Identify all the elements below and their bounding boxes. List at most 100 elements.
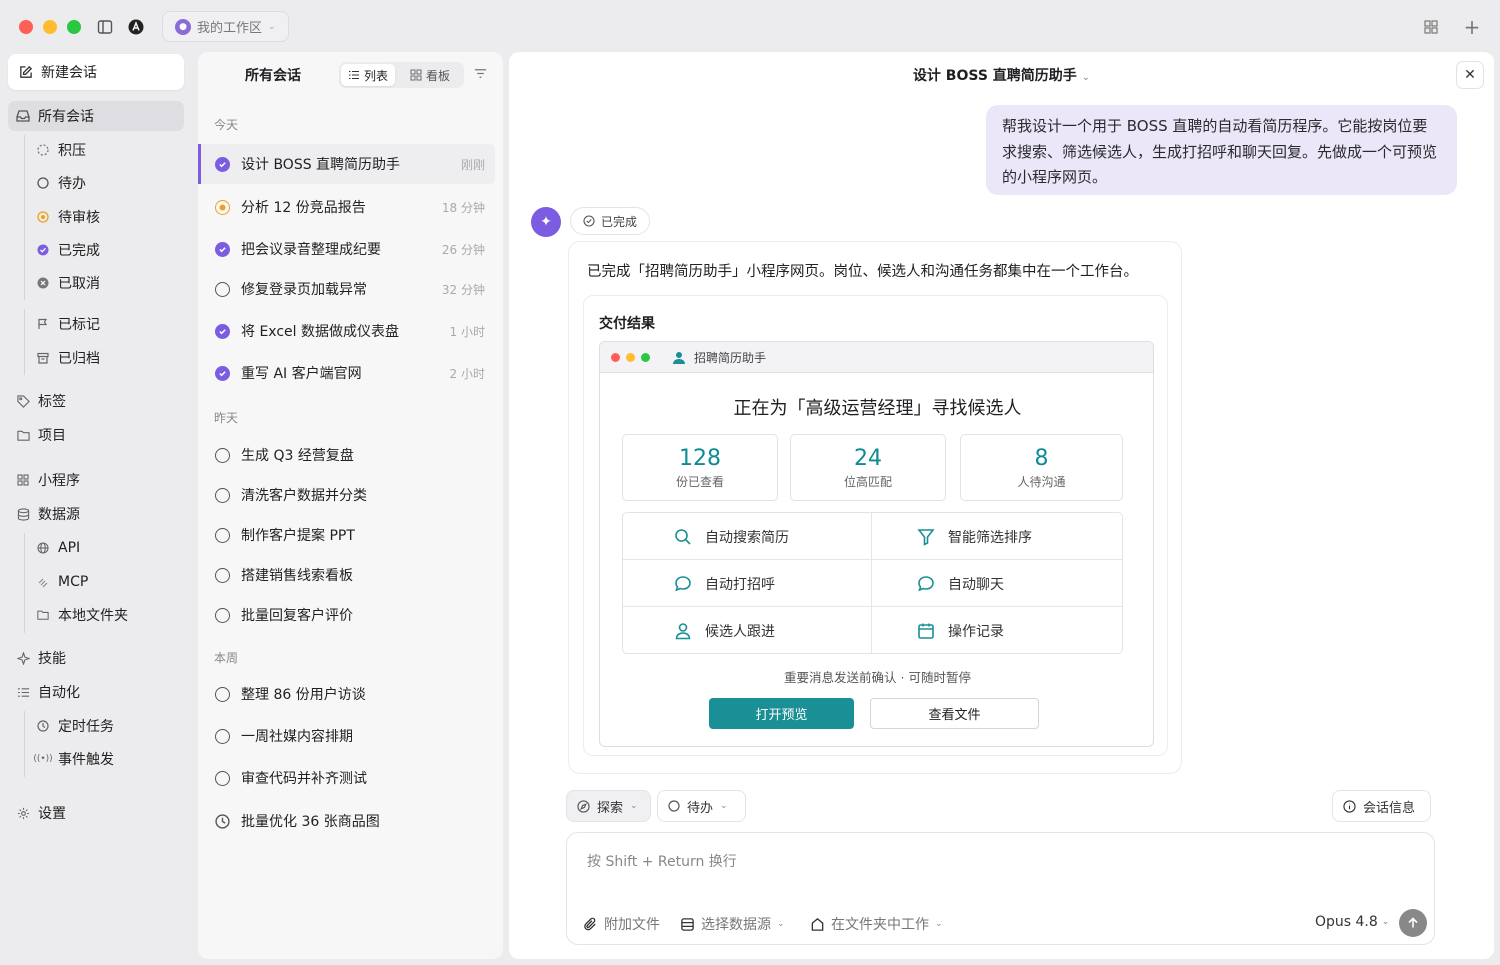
new-chat-button[interactable]: 新建会话 xyxy=(8,54,184,90)
chat-row[interactable]: 分析 12 份竞品报告 18 分钟 xyxy=(198,187,495,227)
review-circle-icon xyxy=(215,199,230,215)
mini-app-name: 招聘简历助手 xyxy=(672,349,766,366)
chat-row[interactable]: 批量优化 36 张商品图 xyxy=(198,801,495,841)
deliverable-card: 交付结果 招聘简历助手 正在为「高级运营经理」寻找候选人 128 份已查看 24… xyxy=(583,295,1168,756)
chat-row-title: 生成 Q3 经营复盘 xyxy=(241,448,354,464)
sidebar-item-skills[interactable]: 技能 xyxy=(8,643,184,673)
close-window-button[interactable] xyxy=(19,20,33,34)
chat-row[interactable]: 生成 Q3 经营复盘 xyxy=(198,435,495,475)
open-preview-button[interactable]: 打开预览 xyxy=(709,698,854,729)
select-data-source-label: 选择数据源 xyxy=(701,917,771,933)
chat-row[interactable]: 将 Excel 数据做成仪表盘 1 小时 xyxy=(198,311,495,351)
tab-board-view[interactable]: 看板 xyxy=(403,64,457,86)
chat-row[interactable]: 重写 AI 客户端官网 2 小时 xyxy=(198,353,495,393)
window-dot xyxy=(611,353,620,362)
clock-icon xyxy=(36,719,50,733)
chat-row-time: 26 分钟 xyxy=(441,242,485,257)
chevron-down-icon: ⌄ xyxy=(1081,72,1091,83)
feature-operation-log[interactable]: 操作记录 xyxy=(916,607,1004,654)
app-logo-icon xyxy=(126,17,146,37)
send-button[interactable] xyxy=(1399,909,1427,937)
model-selector[interactable]: Opus 4.8 ⌄ xyxy=(1315,914,1389,930)
sidebar-item-all-chats[interactable]: 所有会话 xyxy=(8,101,184,131)
tag-icon xyxy=(16,394,30,408)
chat-row[interactable]: 整理 86 份用户访谈 xyxy=(198,674,495,714)
feature-smart-filter[interactable]: 智能筛选排序 xyxy=(916,513,1032,560)
chat-row[interactable]: 审查代码并补齐测试 xyxy=(198,758,495,798)
sidebar-item-archived[interactable]: 已归档 xyxy=(28,343,184,373)
chat-row[interactable]: 修复登录页加载异常 32 分钟 xyxy=(198,269,495,309)
circle-icon xyxy=(215,527,230,543)
work-in-folder-button[interactable]: 在文件夹中工作 ⌄ xyxy=(810,914,943,934)
chat-row-time: 1 小时 xyxy=(449,324,485,339)
mini-app-name-text: 招聘简历助手 xyxy=(694,351,767,365)
status-badge[interactable]: 已完成 xyxy=(570,207,651,235)
chat-row[interactable]: 批量回复客户评价 xyxy=(198,595,495,635)
select-data-source-button[interactable]: 选择数据源 ⌄ xyxy=(680,914,785,934)
chat-row[interactable]: 搭建销售线索看板 xyxy=(198,555,495,595)
sidebar-item-automation[interactable]: 自动化 xyxy=(8,677,184,707)
calendar-icon xyxy=(916,621,936,641)
chat-row[interactable]: 一周社媒内容排期 xyxy=(198,716,495,756)
chat-title[interactable]: 设计 BOSS 直聘简历助手 ⌄ xyxy=(509,65,1494,85)
feature-auto-greet[interactable]: 自动打招呼 xyxy=(673,560,775,607)
close-icon[interactable]: ✕ xyxy=(1456,61,1484,89)
sidebar-toggle-icon[interactable] xyxy=(95,17,115,37)
sidebar-item-label: 定时任务 xyxy=(58,719,114,735)
review-circle-icon xyxy=(36,210,50,224)
todo-status-selector[interactable]: 待办 ⌄ xyxy=(657,790,746,822)
model-label: Opus 4.8 xyxy=(1315,914,1378,930)
plus-icon[interactable]: + xyxy=(1462,15,1482,39)
sidebar-item-backlog[interactable]: 积压 xyxy=(28,135,184,165)
arrow-up-icon xyxy=(1407,917,1419,929)
check-circle-icon xyxy=(215,156,230,172)
filter-icon[interactable] xyxy=(473,66,489,82)
tab-list-view[interactable]: 列表 xyxy=(341,64,396,86)
feature-auto-chat[interactable]: 自动聊天 xyxy=(916,560,1004,607)
sidebar-item-done[interactable]: 已完成 xyxy=(28,235,184,265)
sidebar-item-mcp[interactable]: MCP xyxy=(28,567,184,597)
sidebar-item-scheduled[interactable]: 定时任务 xyxy=(28,711,184,741)
sidebar-item-label: 已标记 xyxy=(58,317,100,333)
sidebar-item-flagged[interactable]: 已标记 xyxy=(28,309,184,339)
chat-row[interactable]: 清洗客户数据并分类 xyxy=(198,475,495,515)
sidebar-item-api[interactable]: API xyxy=(28,533,184,563)
mini-app-note: 重要消息发送前确认 · 可随时暂停 xyxy=(784,670,971,685)
sidebar-item-tags[interactable]: 标签 xyxy=(8,386,184,416)
chat-row[interactable]: 设计 BOSS 直聘简历助手 刚刚 xyxy=(198,144,495,184)
view-files-button[interactable]: 查看文件 xyxy=(870,698,1039,729)
sidebar-item-label: 待审核 xyxy=(58,210,100,226)
sidebar-item-data-sources[interactable]: 数据源 xyxy=(8,499,184,529)
tree-line xyxy=(24,711,25,777)
inbox-icon xyxy=(16,109,30,123)
grid-view-icon[interactable] xyxy=(1421,17,1441,37)
chat-row[interactable]: 把会议录音整理成纪要 26 分钟 xyxy=(198,229,495,269)
sidebar-item-todo[interactable]: 待办 xyxy=(28,168,184,198)
sidebar-item-cancelled[interactable]: 已取消 xyxy=(28,268,184,298)
workspace-switcher[interactable]: ● 我的工作区 ⌄ xyxy=(162,11,289,42)
explore-mode-selector[interactable]: 探索 ⌄ xyxy=(566,790,651,822)
globe-icon xyxy=(36,541,50,555)
message-composer[interactable]: 按 Shift + Return 换行 附加文件 选择数据源 ⌄ 在文件夹中工作… xyxy=(566,832,1435,945)
sidebar-item-projects[interactable]: 项目 xyxy=(8,420,184,450)
stat-card: 128 份已查看 xyxy=(622,434,778,501)
sidebar-item-review[interactable]: 待审核 xyxy=(28,202,184,232)
sidebar-item-event-trigger[interactable]: ((•)) 事件触发 xyxy=(28,744,184,774)
chat-info-button[interactable]: 会话信息 xyxy=(1332,790,1431,822)
sidebar-item-label: 小程序 xyxy=(38,473,80,489)
sidebar-item-settings[interactable]: 设置 xyxy=(8,798,184,828)
chat-row-title: 一周社媒内容排期 xyxy=(241,729,353,745)
sidebar-item-mini-programs[interactable]: 小程序 xyxy=(8,465,184,495)
feature-candidate-follow[interactable]: 候选人跟进 xyxy=(673,607,775,654)
sidebar-item-local-folder[interactable]: 本地文件夹 xyxy=(28,600,184,630)
user-icon xyxy=(673,621,693,641)
sidebar-item-label: 已归档 xyxy=(58,351,100,367)
circle-icon xyxy=(215,607,230,623)
chat-row-title: 清洗客户数据并分类 xyxy=(241,488,367,504)
maximize-window-button[interactable] xyxy=(67,20,81,34)
attach-file-button[interactable]: 附加文件 xyxy=(583,914,660,934)
feature-auto-search[interactable]: 自动搜索简历 xyxy=(673,513,789,560)
minimize-window-button[interactable] xyxy=(43,20,57,34)
chat-row[interactable]: 制作客户提案 PPT xyxy=(198,515,495,555)
chat-row-title: 将 Excel 数据做成仪表盘 xyxy=(241,324,399,340)
